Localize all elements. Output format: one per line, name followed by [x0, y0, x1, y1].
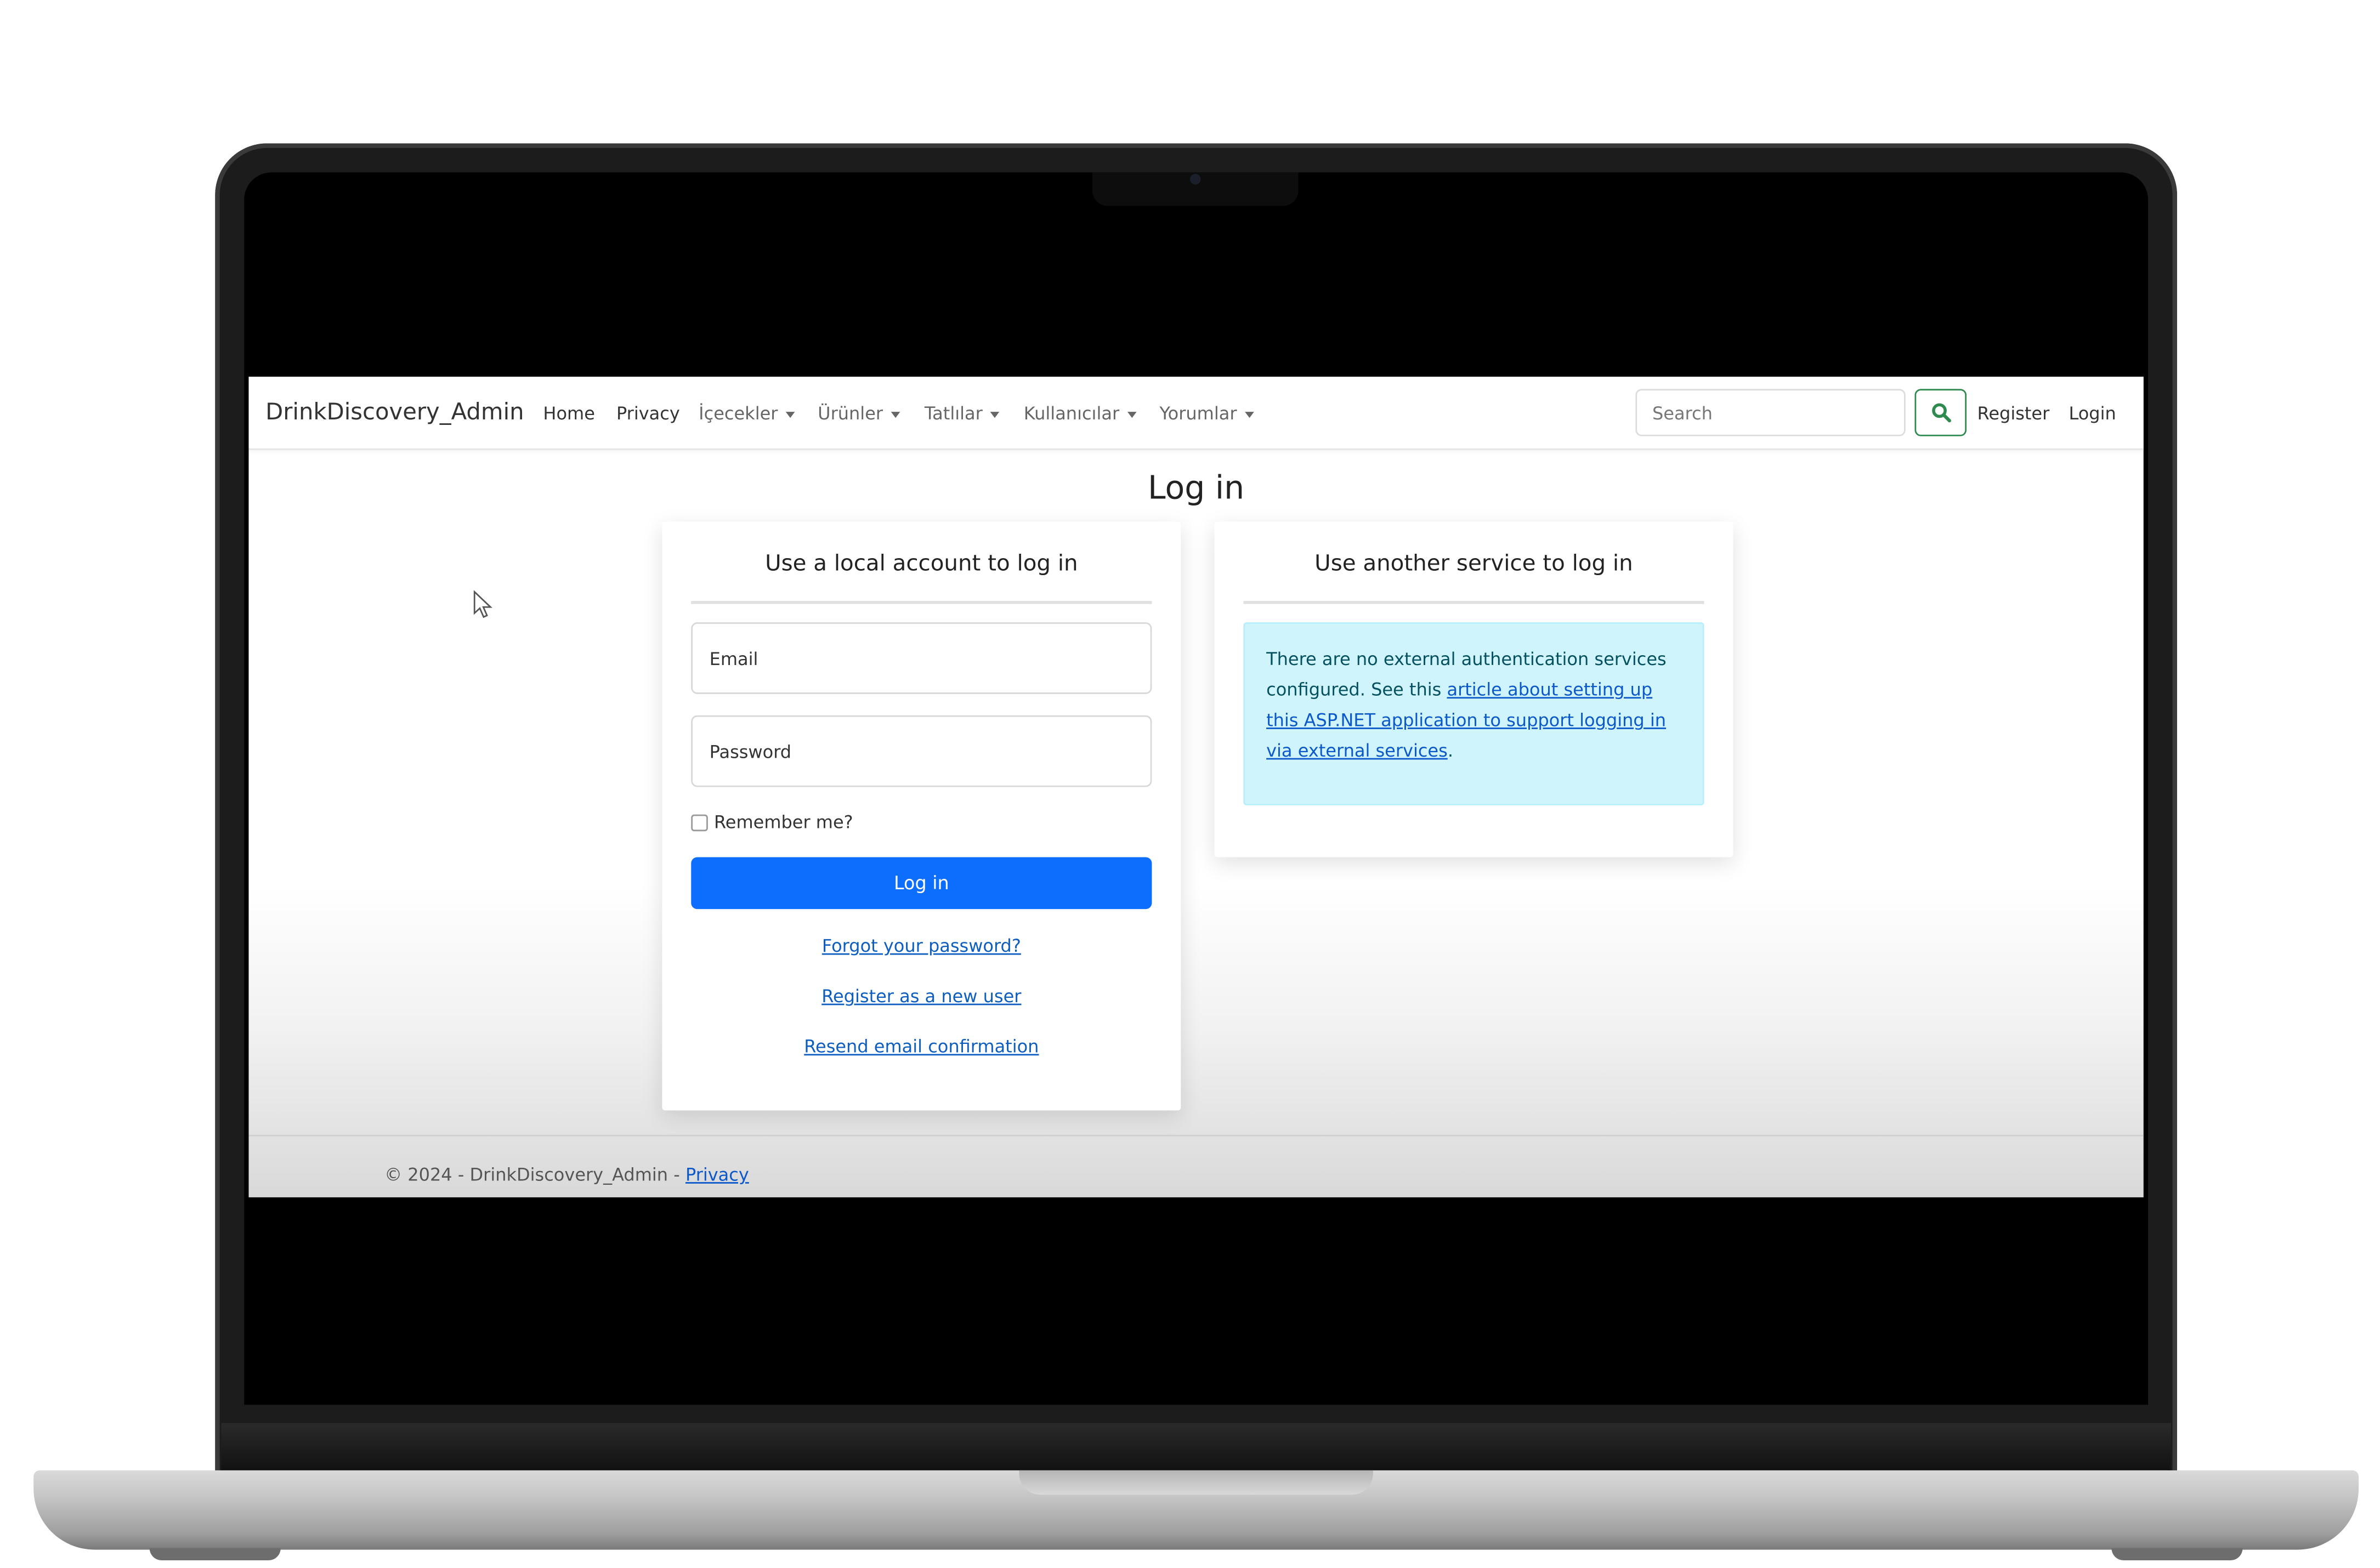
navbar: DrinkDiscovery_Admin Home Privacy İçecek… — [248, 377, 2144, 450]
password-label: Password — [709, 741, 792, 763]
remember-me-checkbox[interactable] — [691, 814, 708, 832]
local-login-title: Use a local account to log in — [765, 552, 1078, 577]
login-link[interactable]: Login — [2069, 402, 2116, 424]
email-label: Email — [709, 648, 758, 670]
caret-down-icon — [1127, 411, 1136, 417]
footer-copyright: © 2024 - DrinkDiscovery_Admin - — [384, 1163, 685, 1185]
nav-item-label: Home — [543, 402, 595, 424]
password-field[interactable]: Password — [691, 715, 1152, 787]
footer-privacy-link[interactable]: Privacy — [685, 1164, 749, 1185]
nav-item-label: Tatlılar — [924, 402, 983, 424]
remember-me-label: Remember me? — [713, 811, 853, 833]
external-login-title: Use another service to log in — [1314, 552, 1633, 577]
nav-item-yorumlar[interactable]: Yorumlar — [1159, 402, 1254, 424]
camera-icon — [1189, 174, 1201, 185]
nav-item-icecekler[interactable]: İçecekler — [699, 402, 795, 424]
page-title: Log in — [1148, 469, 1245, 507]
nav-item-label: Privacy — [616, 402, 680, 424]
caret-down-icon — [785, 411, 795, 417]
nav-item-label: Kullanıcılar — [1023, 402, 1120, 424]
stage: DrinkDiscovery_Admin Home Privacy İçecek… — [0, 0, 2380, 1568]
log-in-button[interactable]: Log in — [691, 857, 1152, 910]
resend-confirmation-link[interactable]: Resend email confirmation — [691, 1036, 1152, 1057]
magnifier-icon — [1932, 403, 1951, 423]
mouse-cursor-icon — [473, 590, 492, 618]
footer-divider — [248, 1134, 2144, 1137]
external-login-card: Use another service to log in There are … — [1214, 521, 1733, 857]
nav-item-label: Yorumlar — [1159, 402, 1237, 424]
nav-item-privacy[interactable]: Privacy — [616, 402, 680, 424]
nav-item-tatlilar[interactable]: Tatlılar — [924, 402, 1000, 424]
register-link[interactable]: Register — [1977, 402, 2050, 424]
nav-item-urunler[interactable]: Ürünler — [818, 402, 900, 424]
nav-item-label: Ürünler — [818, 402, 883, 424]
external-services-info: There are no external authentication ser… — [1243, 622, 1704, 805]
navbar-brand[interactable]: DrinkDiscovery_Admin — [265, 398, 524, 425]
divider — [1243, 601, 1704, 604]
search-button[interactable] — [1914, 389, 1967, 436]
browser-screen: DrinkDiscovery_Admin Home Privacy İçecek… — [248, 377, 2144, 1197]
remember-me[interactable]: Remember me? — [691, 811, 853, 833]
divider — [691, 601, 1152, 604]
laptop-foot-right — [2111, 1548, 2243, 1561]
laptop-hinge — [221, 1423, 2171, 1472]
caret-down-icon — [890, 411, 900, 417]
register-new-user-link[interactable]: Register as a new user — [691, 985, 1152, 1007]
laptop-thumb-notch — [1019, 1470, 1373, 1495]
local-login-card: Use a local account to log in Email Pass… — [662, 521, 1181, 1111]
laptop-foot-left — [149, 1548, 281, 1561]
nav-item-home[interactable]: Home — [543, 402, 595, 424]
search-input[interactable] — [1635, 389, 1906, 436]
caret-down-icon — [1244, 411, 1254, 417]
info-text-end: . — [1447, 740, 1453, 762]
forgot-password-link[interactable]: Forgot your password? — [691, 935, 1152, 956]
footer: © 2024 - DrinkDiscovery_Admin - Privacy — [384, 1164, 749, 1185]
nav-item-kullanicilar[interactable]: Kullanıcılar — [1024, 402, 1136, 424]
email-field[interactable]: Email — [691, 622, 1152, 694]
nav-item-label: İçecekler — [699, 402, 778, 424]
caret-down-icon — [990, 411, 1000, 417]
